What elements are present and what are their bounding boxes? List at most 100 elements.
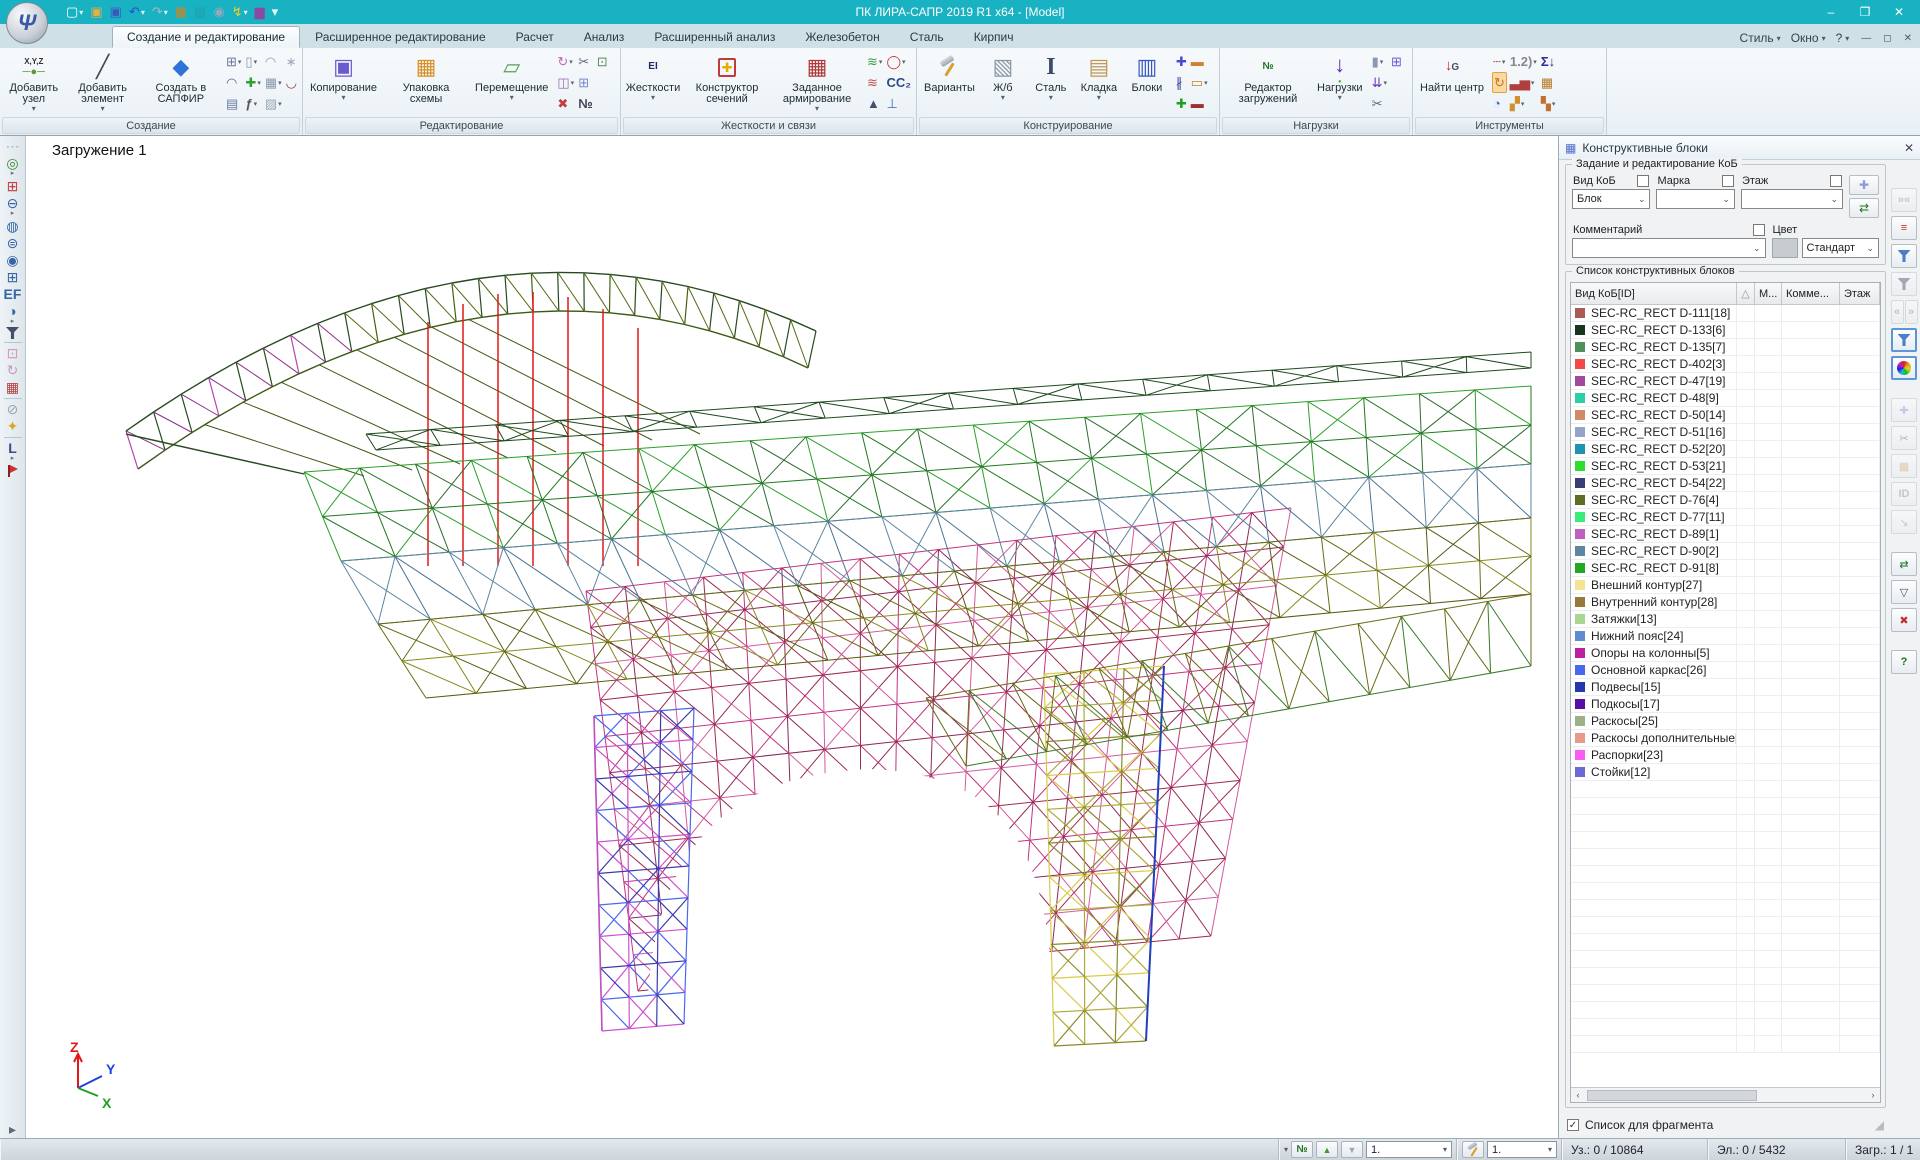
- table-row[interactable]: Основной каркас[26]: [1571, 662, 1880, 679]
- table-row[interactable]: SEC-RC_RECT D-52[20]: [1571, 441, 1880, 458]
- table-row[interactable]: Нижний пояс[24]: [1571, 628, 1880, 645]
- tab-2[interactable]: Расширенное редактирование: [300, 26, 501, 48]
- tab-5[interactable]: Расширенный анализ: [639, 26, 790, 48]
- reinforcement-button[interactable]: ▦Заданное армирование▾: [773, 50, 861, 113]
- add-element-button[interactable]: ╱Добавить элемент▾: [66, 50, 140, 113]
- lefttool-ef-filter[interactable]: EF: [2, 287, 24, 302]
- find-center-button[interactable]: GНайти центр: [1417, 50, 1487, 95]
- tab-6[interactable]: Железобетон: [790, 26, 894, 48]
- field-checkbox[interactable]: [1637, 175, 1649, 187]
- table-row[interactable]: SEC-RC_RECT D-50[14]: [1571, 407, 1880, 424]
- column-header-3[interactable]: М...: [1755, 283, 1782, 304]
- lefttool-fragment-rotate[interactable]: ↻: [2, 363, 24, 378]
- fxy-button[interactable]: ƒ▾: [244, 93, 261, 114]
- scroll-right-arrow[interactable]: ›: [1866, 1090, 1880, 1100]
- table-row[interactable]: Затяжки[13]: [1571, 611, 1880, 628]
- table-row[interactable]: Раскосы дополнительные[10]: [1571, 730, 1880, 747]
- wall-f-button[interactable]: ▬: [1190, 93, 1209, 114]
- tab-1[interactable]: Создание и редактирование: [112, 26, 300, 48]
- building-button[interactable]: ▤: [225, 93, 242, 114]
- qat-redo-button[interactable]: ↷▾: [150, 2, 170, 22]
- plate-t-button[interactable]: ▬: [1190, 51, 1209, 72]
- panel-close-icon[interactable]: ✕: [1904, 141, 1914, 155]
- rail-page-next-button[interactable]: »: [1905, 300, 1918, 324]
- mini-window-control[interactable]: ✕: [1904, 33, 1912, 44]
- mirror-button[interactable]: ◫▾: [556, 72, 575, 93]
- spring-down-button[interactable]: ≋: [866, 72, 883, 93]
- lefttool-poly-select[interactable]: ⊞: [2, 179, 24, 194]
- copy-button[interactable]: ▣Копирование▾: [307, 50, 380, 102]
- table-row[interactable]: SEC-RC_RECT D-48[9]: [1571, 390, 1880, 407]
- lefttool-dimension[interactable]: L▸: [2, 441, 24, 462]
- qat-quick-calc-button[interactable]: ↯▾: [230, 2, 250, 22]
- horizontal-scrollbar[interactable]: ‹ ›: [1571, 1087, 1880, 1102]
- table-row[interactable]: SEC-RC_RECT D-53[21]: [1571, 458, 1880, 475]
- model-viewport[interactable]: ZYX Загружение 1: [26, 136, 1558, 1138]
- copy-loads-button[interactable]: ⊞: [1390, 51, 1403, 72]
- lefttool-mesh-filter[interactable]: ⊞: [2, 270, 24, 285]
- concrete-button[interactable]: ▧Ж/б▾: [980, 50, 1026, 102]
- section-designer-button[interactable]: ✚Конструктор сечений: [683, 50, 771, 106]
- axes-add-button[interactable]: ✚: [1175, 93, 1188, 114]
- hatch-button[interactable]: ▨▾: [264, 93, 283, 114]
- loadcase-down-icon[interactable]: ▼: [1341, 1141, 1363, 1158]
- table-row[interactable]: Стойки[12]: [1571, 764, 1880, 781]
- rail-filter-list-button[interactable]: [1891, 328, 1917, 352]
- dome-button[interactable]: ◠: [264, 51, 283, 72]
- apply-kob-button[interactable]: ⇄: [1849, 198, 1879, 218]
- arch-w-button[interactable]: ◠: [225, 72, 242, 93]
- statusbar-overflow-icon[interactable]: ▾: [1284, 1145, 1288, 1154]
- load-editor-button[interactable]: №Редактор загружений: [1224, 50, 1312, 106]
- table-row[interactable]: SEC-RC_RECT D-133[6]: [1571, 322, 1880, 339]
- lefttool-fragment-frame[interactable]: ⊡: [2, 346, 24, 361]
- rotate-button[interactable]: ↻▾: [556, 51, 575, 72]
- rail-help-button[interactable]: ?: [1891, 650, 1917, 674]
- table-row[interactable]: SEC-RC_RECT D-89[1]: [1571, 526, 1880, 543]
- mini-window-control[interactable]: —: [1861, 33, 1871, 44]
- lefttool-line-filter[interactable]: ⊜: [2, 236, 24, 251]
- cut-loads-button[interactable]: ✂: [1371, 93, 1388, 114]
- lefttool-expand[interactable]: ▸: [2, 1122, 24, 1137]
- table-row[interactable]: SEC-RC_RECT D-402[3]: [1571, 356, 1880, 373]
- stamp-button[interactable]: ⊥: [885, 93, 912, 114]
- scissors-button[interactable]: ✂: [577, 51, 594, 72]
- column-header-1[interactable]: Вид КоБ[ID]: [1571, 283, 1737, 304]
- c-block-button[interactable]: ▞▾: [1509, 93, 1538, 114]
- table-row[interactable]: Внешний контур[27]: [1571, 577, 1880, 594]
- qat-book-button[interactable]: ▧: [192, 2, 208, 22]
- qat-snapshot-button[interactable]: ◉: [211, 2, 226, 22]
- field-checkbox[interactable]: [1830, 175, 1842, 187]
- histogram-button[interactable]: ▃▅▾: [1509, 72, 1538, 93]
- column-header-5[interactable]: Этаж: [1840, 283, 1880, 304]
- cc2-button[interactable]: СС₂: [885, 72, 912, 93]
- table-row[interactable]: SEC-RC_RECT D-76[4]: [1571, 492, 1880, 509]
- table-row[interactable]: Подвесы[15]: [1571, 679, 1880, 696]
- rail-collapse-panel-button[interactable]: »«: [1891, 188, 1917, 212]
- dist-load-button[interactable]: ⇊▾: [1371, 72, 1388, 93]
- tab-8[interactable]: Кирпич: [959, 26, 1029, 48]
- move-axes-button[interactable]: ✚▾: [244, 72, 261, 93]
- qat-save-button[interactable]: ▣: [108, 2, 124, 22]
- sum-button[interactable]: Σ↓: [1540, 51, 1557, 72]
- menu-окно[interactable]: Окно▾: [1791, 31, 1826, 45]
- table-row[interactable]: SEC-RC_RECT D-135[7]: [1571, 339, 1880, 356]
- add-kob-button[interactable]: ✚: [1849, 175, 1879, 195]
- triangulate-button[interactable]: ∗: [285, 51, 298, 72]
- minimize-button[interactable]: –: [1814, 0, 1848, 24]
- color-swatch[interactable]: [1772, 238, 1798, 258]
- rail-show-id-button[interactable]: ID: [1891, 482, 1917, 506]
- copy-frag-button[interactable]: ⊞: [577, 72, 594, 93]
- support-button[interactable]: ▲: [866, 93, 883, 114]
- column-header-4[interactable]: Комме...: [1782, 283, 1840, 304]
- table-row[interactable]: SEC-RC_RECT D-90[2]: [1571, 543, 1880, 560]
- fragment-list-checkbox[interactable]: ✓: [1567, 1119, 1579, 1131]
- rail-delete-block-button[interactable]: ✖: [1891, 608, 1917, 632]
- table-row[interactable]: Распорки[23]: [1571, 747, 1880, 764]
- loadcase-select[interactable]: 1.▾: [1366, 1141, 1452, 1158]
- lefttool-zoom-cancel[interactable]: ⊘: [2, 402, 24, 417]
- add-node-button[interactable]: Добавить узел▾: [4, 50, 64, 113]
- scrollbar-thumb[interactable]: [1587, 1090, 1757, 1101]
- qat-new-file-button[interactable]: ▢▾: [64, 2, 85, 22]
- braces-button[interactable]: ∦: [1175, 72, 1188, 93]
- lefttool-node-filter[interactable]: ⊖▸: [2, 196, 24, 217]
